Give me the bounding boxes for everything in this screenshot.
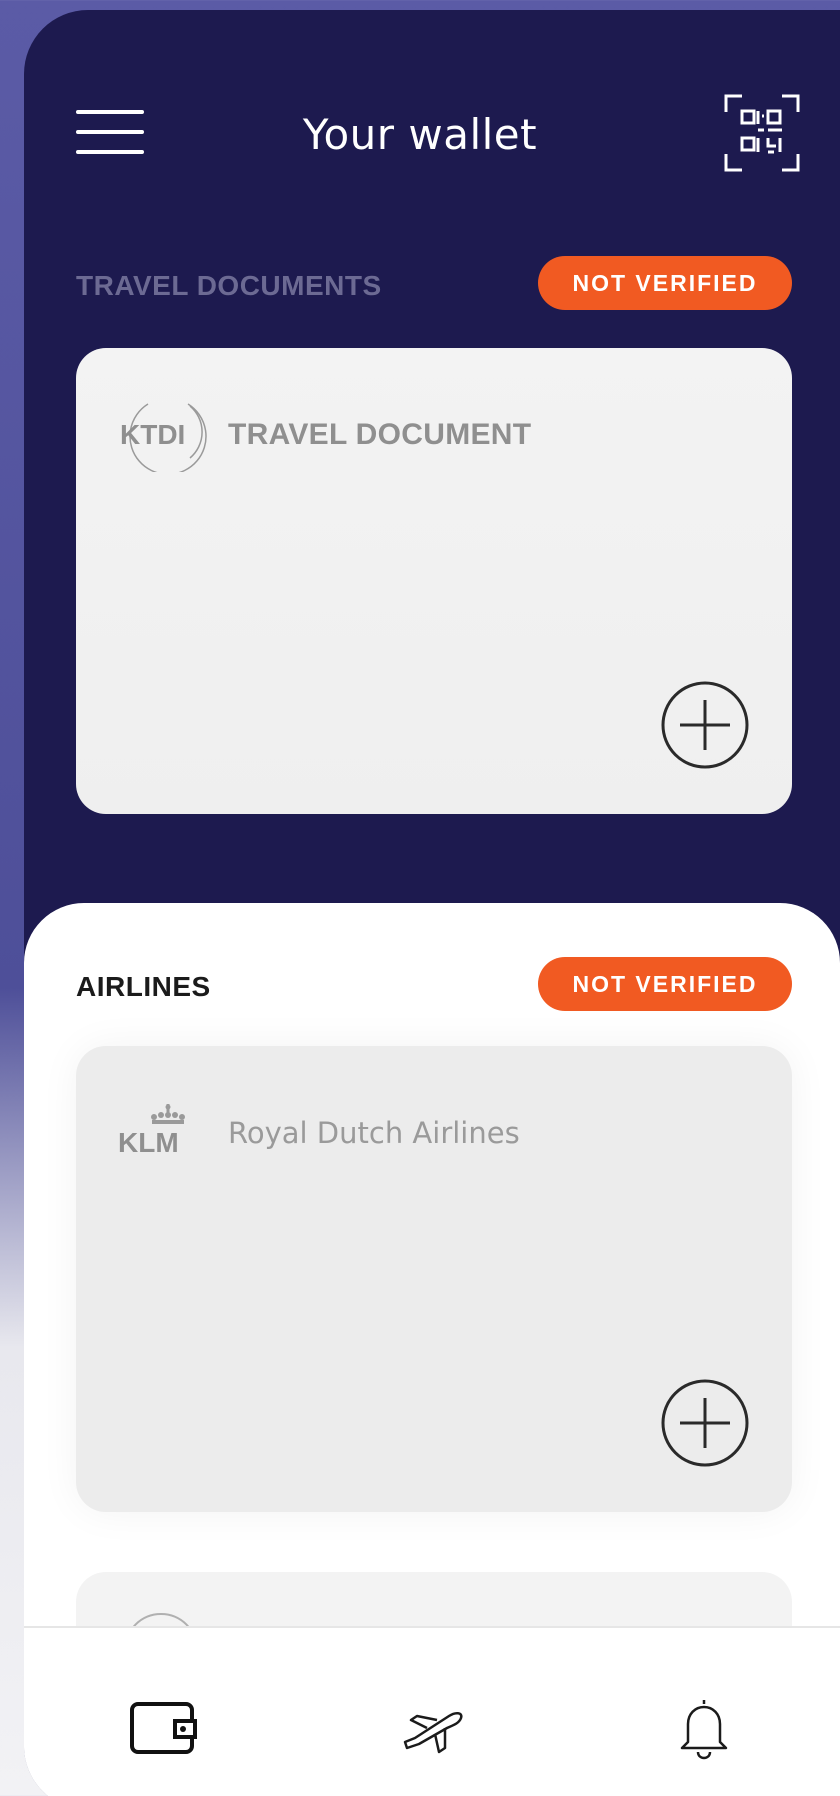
qr-scan-icon[interactable] (724, 94, 800, 172)
plus-circle-icon[interactable] (660, 1378, 750, 1468)
wallet-screen: Your wallet TRAVEL DOCUMENTS NOT VERIFIE… (24, 10, 840, 1796)
section-label: AIRLINES (76, 971, 211, 1002)
svg-text:KLM: KLM (118, 1127, 179, 1158)
bell-icon (680, 1700, 728, 1760)
ktdi-logo-icon: KTDI (120, 403, 207, 472)
status-badge: NOT VERIFIED (538, 256, 792, 310)
page-title: Your wallet (302, 110, 538, 159)
travel-document-card[interactable]: KTDI TRAVEL DOCUMENT (76, 348, 792, 814)
bottom-navigation (24, 1626, 840, 1796)
nav-flights[interactable] (392, 1688, 472, 1768)
nav-notifications[interactable] (664, 1688, 744, 1768)
airplane-icon (403, 1712, 463, 1754)
airlines-section-header: AIRLINES NOT VERIFIED (76, 957, 792, 1013)
wallet-icon (130, 1702, 197, 1754)
airline-card[interactable]: KLM Royal Dutch Airlines (76, 1046, 792, 1512)
svg-text:KTDI: KTDI (120, 419, 185, 450)
card-title: TRAVEL DOCUMENT (228, 418, 532, 451)
card-title: Royal Dutch Airlines (228, 1116, 520, 1150)
section-label: TRAVEL DOCUMENTS (76, 270, 382, 301)
app-header: Your wallet (24, 10, 840, 210)
klm-logo-icon: KLM (118, 1104, 185, 1158)
travel-documents-section-header: TRAVEL DOCUMENTS NOT VERIFIED (76, 256, 792, 312)
status-badge: NOT VERIFIED (538, 957, 792, 1011)
nav-wallet[interactable] (124, 1688, 204, 1768)
plus-circle-icon[interactable] (660, 680, 750, 770)
